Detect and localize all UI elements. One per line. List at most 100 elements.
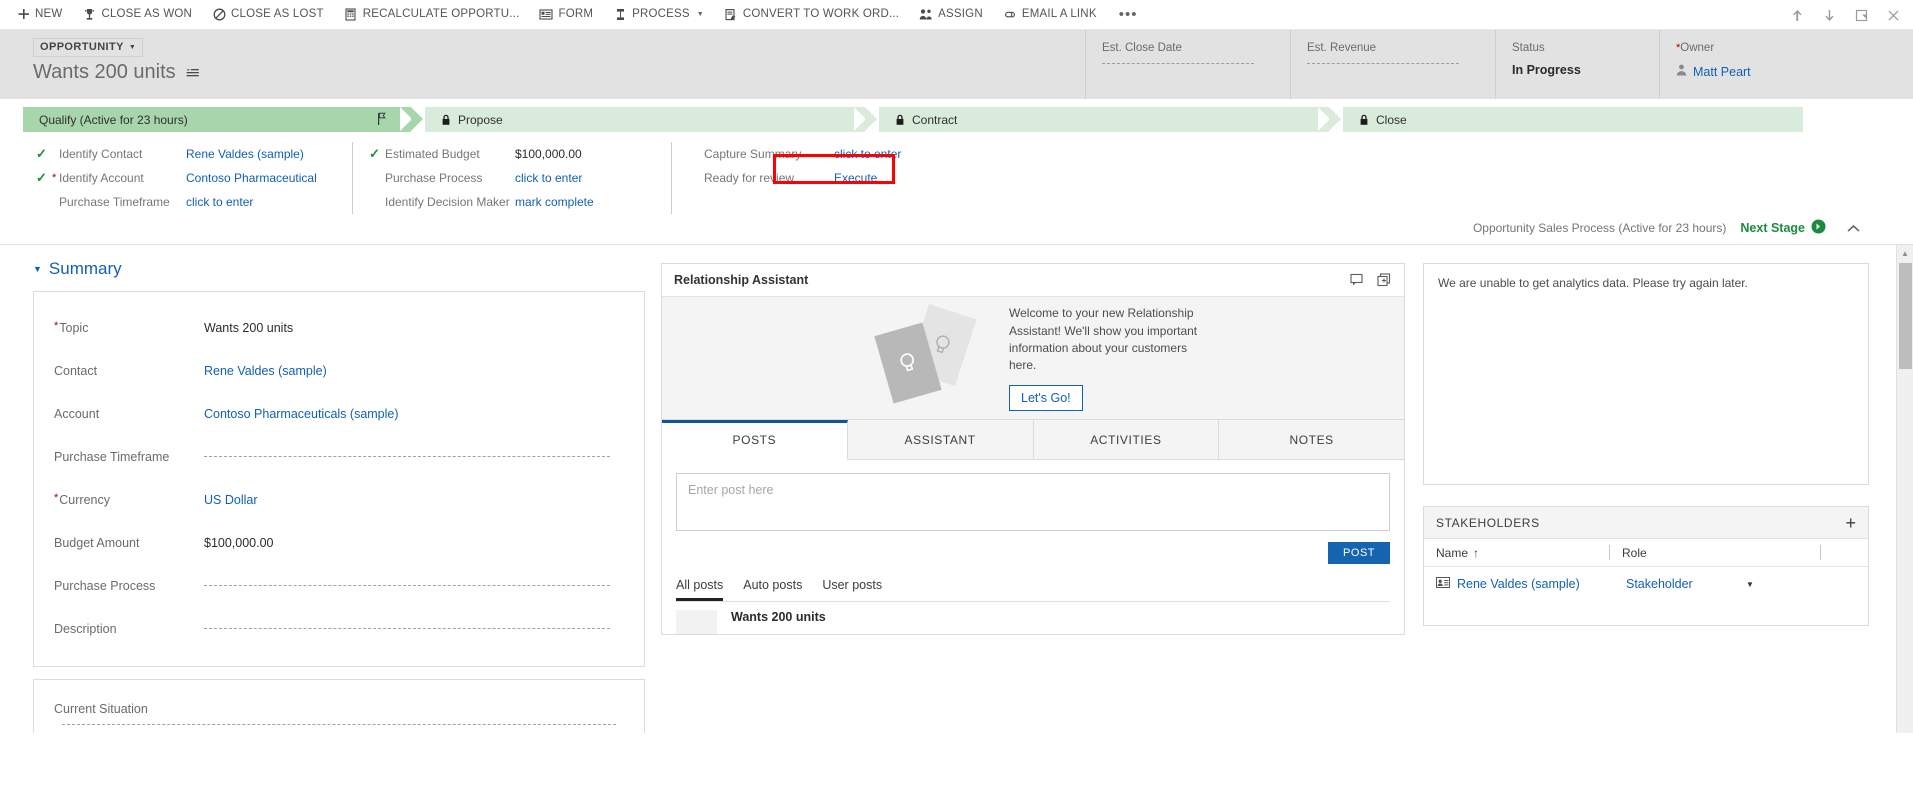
step-capture-summary[interactable]: Capture Summary click to enter xyxy=(688,142,954,166)
popout-icon[interactable] xyxy=(1845,0,1877,30)
relationship-assistant-card: Relationship Assistant Welcome to your n… xyxy=(661,263,1405,420)
table-row[interactable]: Rene Valdes (sample) Stakeholder ▼ xyxy=(1424,567,1868,601)
step-ready-for-review[interactable]: Ready for review Execute xyxy=(688,166,954,190)
header-field-label-text: Owner xyxy=(1680,42,1715,54)
header-field-owner[interactable]: *Owner Matt Peart xyxy=(1659,30,1839,99)
filter-all-posts[interactable]: All posts xyxy=(676,578,724,601)
stage-qualify[interactable]: Qualify (Active for 23 hours) xyxy=(23,107,423,132)
step-value[interactable]: Execute xyxy=(834,171,954,185)
filter-user-posts[interactable]: User posts xyxy=(822,578,882,601)
step-purchase-process[interactable]: Purchase Process click to enter xyxy=(369,166,665,190)
add-card-icon[interactable] xyxy=(1377,273,1392,287)
record-header: OPPORTUNITY ▼ Wants 200 units Est. Close… xyxy=(0,30,1913,99)
command-process[interactable]: PROCESS ▼ xyxy=(603,0,714,30)
row-menu-chevron-icon[interactable]: ▼ xyxy=(1746,580,1754,589)
stage-propose[interactable]: Propose xyxy=(425,107,877,132)
previous-record-icon[interactable] xyxy=(1781,0,1813,30)
add-stakeholder-button[interactable]: + xyxy=(1845,514,1856,532)
field-value-link[interactable]: US Dollar xyxy=(204,493,258,507)
field-label-text: Description xyxy=(54,621,117,636)
next-record-icon[interactable] xyxy=(1813,0,1845,30)
step-value[interactable]: mark complete xyxy=(515,195,665,209)
empty-value-placeholder xyxy=(204,628,610,629)
stakeholder-role-link[interactable]: Stakeholder xyxy=(1626,577,1746,591)
post-filters: All posts Auto posts User posts xyxy=(662,564,1404,601)
list-item[interactable]: Wants 200 units xyxy=(662,602,1404,634)
field-value-link[interactable]: Rene Valdes (sample) xyxy=(204,364,327,378)
field-currency[interactable]: * Currency US Dollar xyxy=(54,478,624,521)
command-email-a-link[interactable]: EMAIL A LINK xyxy=(993,0,1107,30)
field-budget-amount[interactable]: Budget Amount $100,000.00 xyxy=(54,521,624,564)
command-recalculate-opportunity[interactable]: RECALCULATE OPPORTU... xyxy=(334,0,530,30)
step-value[interactable]: click to enter xyxy=(186,195,346,209)
field-purchase-process[interactable]: Purchase Process xyxy=(54,564,624,607)
scroll-up-arrow-icon[interactable]: ▲ xyxy=(1897,245,1913,262)
step-value[interactable]: click to enter xyxy=(834,147,954,161)
command-assign[interactable]: ASSIGN xyxy=(909,0,993,30)
collapse-process-icon[interactable] xyxy=(1840,223,1867,233)
owner-link[interactable]: Matt Peart xyxy=(1693,65,1751,79)
next-stage-button[interactable]: Next Stage xyxy=(1740,219,1826,237)
command-new[interactable]: NEW xyxy=(6,0,72,30)
command-form[interactable]: FORM xyxy=(529,0,603,30)
command-close-as-lost[interactable]: CLOSE AS LOST xyxy=(202,0,334,30)
main-content: ▼ Summary * Topic Wants 200 units Contact… xyxy=(0,244,1913,733)
tab-activities[interactable]: ACTIVITIES xyxy=(1033,420,1220,459)
step-estimated-budget[interactable]: ✓ Estimated Budget $100,000.00 xyxy=(369,142,665,166)
main-scrollbar[interactable]: ▲ xyxy=(1896,245,1913,733)
step-value[interactable]: Rene Valdes (sample) xyxy=(186,147,346,161)
stakeholder-name-link[interactable]: Rene Valdes (sample) xyxy=(1457,577,1580,591)
step-value: $100,000.00 xyxy=(515,147,582,161)
current-situation-card[interactable]: Current Situation xyxy=(33,679,645,733)
field-contact[interactable]: Contact Rene Valdes (sample) xyxy=(54,349,624,392)
step-purchase-timeframe[interactable]: Purchase Timeframe click to enter xyxy=(36,190,346,214)
step-identify-contact[interactable]: ✓ Identify Contact Rene Valdes (sample) xyxy=(36,142,346,166)
step-identify-account[interactable]: ✓ * Identify Account Contoso Pharmaceuti… xyxy=(36,166,346,190)
content-columns: ▼ Summary * Topic Wants 200 units Contact… xyxy=(0,245,1913,733)
post-input[interactable]: Enter post here xyxy=(676,473,1390,531)
field-label-text: Budget Amount xyxy=(54,535,140,550)
column-header-name[interactable]: Name ↑ xyxy=(1424,546,1609,560)
assistant-welcome-block: Welcome to your new Relationship Assista… xyxy=(1009,305,1199,411)
flag-icon xyxy=(377,112,387,128)
process-icon xyxy=(613,8,627,22)
scrollbar-thumb[interactable] xyxy=(1899,263,1912,369)
summary-section-header[interactable]: ▼ Summary xyxy=(33,259,645,279)
feedback-icon[interactable] xyxy=(1350,273,1365,287)
command-convert-to-work-order[interactable]: CONVERT TO WORK ORD... xyxy=(714,0,909,30)
field-label-text: Purchase Timeframe xyxy=(54,449,170,464)
step-value[interactable]: click to enter xyxy=(515,171,665,185)
record-menu-icon[interactable] xyxy=(185,66,200,79)
stage-close[interactable]: Close xyxy=(1343,107,1803,132)
tab-posts[interactable]: POSTS xyxy=(662,420,848,460)
field-purchase-timeframe[interactable]: Purchase Timeframe xyxy=(54,435,624,478)
header-field-est-close-date[interactable]: Est. Close Date xyxy=(1085,30,1290,99)
command-overflow-button[interactable]: ••• xyxy=(1107,4,1150,26)
command-close-as-won[interactable]: CLOSE AS WON xyxy=(72,0,202,30)
stage-chevron xyxy=(411,107,423,131)
post-button[interactable]: POST xyxy=(1328,542,1390,564)
tab-notes[interactable]: NOTES xyxy=(1219,420,1404,459)
stage-contract[interactable]: Contract xyxy=(879,107,1341,132)
entity-type-selector[interactable]: OPPORTUNITY ▼ xyxy=(33,38,144,57)
owner-value-row: Matt Peart xyxy=(1676,63,1839,81)
step-value[interactable]: Contoso Pharmaceutical xyxy=(186,171,346,185)
summary-heading: Summary xyxy=(48,259,122,278)
post-composer: Enter post here xyxy=(662,460,1404,531)
post-button-row: POST xyxy=(662,531,1404,564)
field-label: Budget Amount xyxy=(54,536,204,550)
close-icon[interactable] xyxy=(1877,0,1909,30)
field-topic[interactable]: * Topic Wants 200 units xyxy=(54,306,624,349)
step-identify-decision-maker[interactable]: Identify Decision Maker mark complete xyxy=(369,190,665,214)
field-account[interactable]: Account Contoso Pharmaceuticals (sample) xyxy=(54,392,624,435)
analytics-error-message: We are unable to get analytics data. Ple… xyxy=(1438,276,1748,290)
field-description[interactable]: Description xyxy=(54,607,624,650)
tab-assistant[interactable]: ASSISTANT xyxy=(847,420,1034,459)
step-label: Estimated Budget xyxy=(385,147,480,161)
filter-auto-posts[interactable]: Auto posts xyxy=(743,578,802,601)
field-label-text: Currency xyxy=(59,492,110,507)
field-value-link[interactable]: Contoso Pharmaceuticals (sample) xyxy=(204,407,399,421)
column-header-role[interactable]: Role xyxy=(1610,546,1820,560)
header-field-est-revenue[interactable]: Est. Revenue xyxy=(1290,30,1495,99)
lets-go-button[interactable]: Let's Go! xyxy=(1009,384,1083,411)
